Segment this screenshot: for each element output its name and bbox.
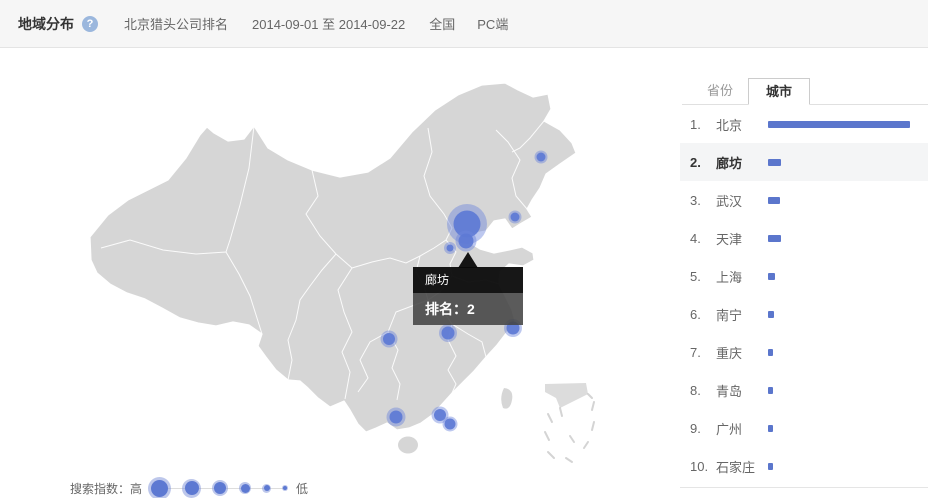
map-bubble[interactable] <box>444 242 456 254</box>
help-icon[interactable]: ? <box>82 16 98 32</box>
ranking-panel: 省份 城市 1. 北京 2. 廊坊 3. 武汉 4. 天津 5. 上海 6. 南… <box>680 48 928 498</box>
tab-bar: 省份 城市 <box>680 48 928 105</box>
legend-label-low: 低 <box>296 480 308 497</box>
city-name: 上海 <box>716 267 768 286</box>
ranking-row[interactable]: 3. 武汉 <box>680 181 928 219</box>
index-bar <box>768 197 780 204</box>
ranking-row[interactable]: 8. 青岛 <box>680 371 928 409</box>
tooltip-rank: 排名：2 <box>413 293 523 325</box>
region-filter: 全国 <box>429 14 455 33</box>
map-tooltip: 廊坊 排名：2 <box>413 267 523 325</box>
city-name: 青岛 <box>716 381 768 400</box>
page-header: 地域分布 ? 北京猎头公司排名 2014-09-01 至 2014-09-22 … <box>0 0 928 48</box>
map-bubble[interactable] <box>439 324 457 342</box>
tooltip-city: 廊坊 <box>413 267 523 293</box>
legend-circle <box>148 477 171 498</box>
page-title: 地域分布 <box>18 14 74 34</box>
tab-province[interactable]: 省份 <box>689 78 751 105</box>
index-bar <box>768 273 775 280</box>
index-bar <box>768 235 781 242</box>
legend-circle <box>182 479 201 498</box>
ranking-row[interactable]: 9. 广州 <box>680 409 928 447</box>
china-map[interactable] <box>0 48 680 498</box>
taiwan-island[interactable] <box>501 388 512 409</box>
city-name: 武汉 <box>716 191 768 210</box>
legend-circle <box>282 485 288 491</box>
rank-number: 8. <box>690 383 716 398</box>
tab-city[interactable]: 城市 <box>748 78 810 105</box>
ranking-row[interactable]: 2. 廊坊 <box>680 143 928 181</box>
map-bubble[interactable] <box>387 408 406 427</box>
map-bubble[interactable] <box>509 211 522 224</box>
date-range: 2014-09-01 至 2014-09-22 <box>252 14 405 33</box>
map-bubble[interactable] <box>535 151 548 164</box>
rank-number: 2. <box>690 155 716 170</box>
ranking-row[interactable]: 4. 天津 <box>680 219 928 257</box>
legend-label-high: 搜索指数：高 <box>70 480 142 497</box>
rank-number: 9. <box>690 421 716 436</box>
tooltip-arrow-icon <box>458 252 478 268</box>
legend-circle <box>239 482 251 494</box>
city-name: 南宁 <box>716 305 768 324</box>
index-bar <box>768 159 781 166</box>
south-sea-inset <box>545 383 594 462</box>
query-keyword: 北京猎头公司排名 <box>124 14 228 33</box>
rank-number: 10. <box>690 459 716 474</box>
index-bar <box>768 121 910 128</box>
city-name: 廊坊 <box>716 153 768 172</box>
ranking-list: 1. 北京 2. 廊坊 3. 武汉 4. 天津 5. 上海 6. 南宁 7. 重… <box>680 105 928 485</box>
city-name: 天津 <box>716 229 768 248</box>
ranking-row[interactable]: 5. 上海 <box>680 257 928 295</box>
legend-circle <box>212 480 228 496</box>
content-area: 廊坊 排名：2 搜索指数：高 低 省份 城市 1. 北京 2. 廊坊 3. 武汉 <box>0 48 928 498</box>
platform-filter: PC端 <box>477 14 508 33</box>
hainan-island[interactable] <box>398 437 418 454</box>
index-bar <box>768 425 773 432</box>
rank-number: 5. <box>690 269 716 284</box>
city-name: 北京 <box>716 115 768 134</box>
index-bar <box>768 349 773 356</box>
map-legend: 搜索指数：高 低 <box>70 474 308 498</box>
ranking-row[interactable]: 1. 北京 <box>680 105 928 143</box>
index-bar <box>768 463 773 470</box>
map-bubble[interactable] <box>381 331 398 348</box>
map-bubble[interactable] <box>443 417 458 432</box>
index-bar <box>768 387 773 394</box>
rank-number: 3. <box>690 193 716 208</box>
legend-circle <box>262 484 271 493</box>
list-bottom-divider <box>680 487 928 488</box>
rank-number: 1. <box>690 117 716 132</box>
rank-number: 7. <box>690 345 716 360</box>
city-name: 石家庄 <box>716 457 768 476</box>
rank-number: 4. <box>690 231 716 246</box>
ranking-row[interactable]: 6. 南宁 <box>680 295 928 333</box>
map-bubble[interactable] <box>456 231 477 252</box>
rank-number: 6. <box>690 307 716 322</box>
city-name: 重庆 <box>716 343 768 362</box>
geo-distribution-page: 地域分布 ? 北京猎头公司排名 2014-09-01 至 2014-09-22 … <box>0 0 928 498</box>
city-name: 广州 <box>716 419 768 438</box>
index-bar <box>768 311 774 318</box>
ranking-row[interactable]: 7. 重庆 <box>680 333 928 371</box>
legend-scale <box>148 477 288 498</box>
ranking-row[interactable]: 10. 石家庄 <box>680 447 928 485</box>
